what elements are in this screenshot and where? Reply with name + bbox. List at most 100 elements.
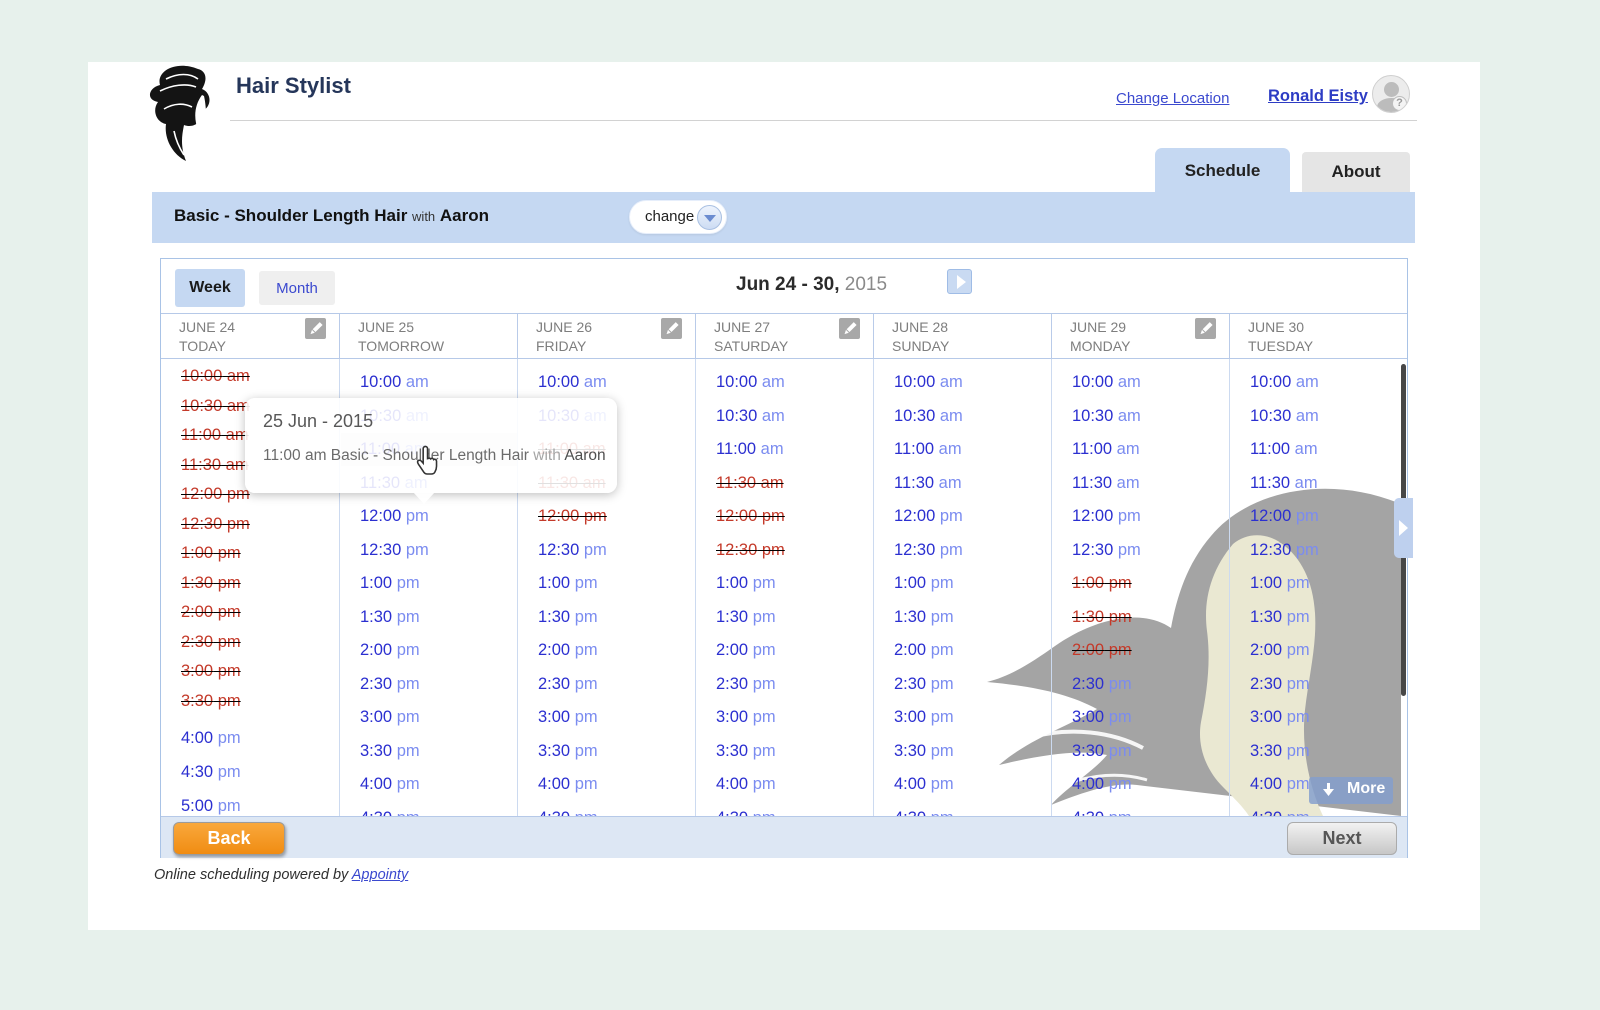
slot-suffix: pm xyxy=(1104,775,1132,793)
time-slot-1100am[interactable]: 11:00 am xyxy=(894,440,962,459)
time-slot-1200pm[interactable]: 12:00 pm xyxy=(894,507,963,526)
edit-pencil-icon[interactable] xyxy=(661,318,682,339)
time-slot-430pm[interactable]: 4:30 pm xyxy=(360,809,420,817)
time-slot-1000am[interactable]: 10:00 am xyxy=(538,373,607,392)
change-service-button[interactable]: change xyxy=(629,200,727,234)
time-slot-1000am[interactable]: 10:00 am xyxy=(1250,373,1319,392)
time-slot-1000am[interactable]: 10:00 am xyxy=(360,373,429,392)
time-slot-1000am[interactable]: 10:00 am xyxy=(894,373,963,392)
time-slot-230pm[interactable]: 2:30 pm xyxy=(894,675,954,694)
tooltip-time: 11:00 am xyxy=(263,447,326,464)
time-slot-330pm[interactable]: 3:30 pm xyxy=(538,742,598,761)
time-slot-430pm[interactable]: 4:30 pm xyxy=(1072,809,1132,817)
time-slot-100pm[interactable]: 1:00 pm xyxy=(538,574,598,593)
time-slot-430pm[interactable]: 4:30 pm xyxy=(181,763,241,782)
time-slot-1230pm[interactable]: 12:30 pm xyxy=(894,541,963,560)
time-slot-1200pm[interactable]: 12:00 pm xyxy=(1250,507,1319,526)
time-slot-1030am[interactable]: 10:30 am xyxy=(716,407,785,426)
tab-about[interactable]: About xyxy=(1302,152,1410,192)
next-button[interactable]: Next xyxy=(1287,822,1397,855)
time-slot-300pm[interactable]: 3:00 pm xyxy=(538,708,598,727)
time-slot-400pm[interactable]: 4:00 pm xyxy=(360,775,420,794)
time-slot-300pm[interactable]: 3:00 pm xyxy=(894,708,954,727)
time-slot-1030am[interactable]: 10:30 am xyxy=(1072,407,1141,426)
time-slot-200pm[interactable]: 2:00 pm xyxy=(716,641,776,660)
time-slot-330pm[interactable]: 3:30 pm xyxy=(1072,742,1132,761)
time-slot-1130am[interactable]: 11:30 am xyxy=(1072,474,1140,493)
edit-pencil-icon[interactable] xyxy=(305,318,326,339)
time-slot-1100am[interactable]: 11:00 am xyxy=(1072,440,1140,459)
time-slot-1130am[interactable]: 11:30 am xyxy=(1250,474,1318,493)
time-slot-230pm[interactable]: 2:30 pm xyxy=(1072,675,1132,694)
time-slot-400pm[interactable]: 4:00 pm xyxy=(894,775,954,794)
time-slot-100pm[interactable]: 1:00 pm xyxy=(1250,574,1310,593)
time-slot-1230pm[interactable]: 12:30 pm xyxy=(1072,541,1141,560)
time-slot-130pm[interactable]: 1:30 pm xyxy=(1250,608,1310,627)
time-slot-1030am[interactable]: 10:30 am xyxy=(1250,407,1319,426)
time-slot-130pm[interactable]: 1:30 pm xyxy=(894,608,954,627)
next-week-arrow-button[interactable] xyxy=(947,269,972,294)
time-slot-200pm[interactable]: 2:00 pm xyxy=(360,641,420,660)
time-slot-230pm[interactable]: 2:30 pm xyxy=(538,675,598,694)
user-avatar[interactable]: ? xyxy=(1372,75,1410,113)
time-slot-330pm[interactable]: 3:30 pm xyxy=(360,742,420,761)
time-slot-1100am[interactable]: 11:00 am xyxy=(716,440,784,459)
time-slot-230pm[interactable]: 2:30 pm xyxy=(1250,675,1310,694)
time-slot-500pm[interactable]: 5:00 pm xyxy=(181,797,241,816)
time-slot-400pm[interactable]: 4:00 pm xyxy=(1072,775,1132,794)
time-slot-430pm[interactable]: 4:30 pm xyxy=(1250,809,1310,817)
tab-schedule[interactable]: Schedule xyxy=(1155,148,1290,192)
time-slot-300pm[interactable]: 3:00 pm xyxy=(1250,708,1310,727)
time-slot-430pm[interactable]: 4:30 pm xyxy=(716,809,776,817)
time-slot-1130am[interactable]: 11:30 am xyxy=(894,474,962,493)
time-slot-330pm[interactable]: 3:30 pm xyxy=(1250,742,1310,761)
date-range: Jun 24 - 30, 2015 xyxy=(736,274,887,296)
edit-pencil-icon[interactable] xyxy=(839,318,860,339)
time-slot-1230pm[interactable]: 12:30 pm xyxy=(1250,541,1319,560)
time-slot-330pm[interactable]: 3:30 pm xyxy=(716,742,776,761)
time-slot-130pm[interactable]: 1:30 pm xyxy=(538,608,598,627)
time-slot-230pm[interactable]: 2:30 pm xyxy=(360,675,420,694)
change-location-link[interactable]: Change Location xyxy=(1116,90,1229,107)
user-name-link[interactable]: Ronald Eisty xyxy=(1268,87,1368,106)
time-slot-300pm[interactable]: 3:00 pm xyxy=(716,708,776,727)
time-slot-1200pm[interactable]: 12:00 pm xyxy=(1072,507,1141,526)
time-slot-200pm[interactable]: 2:00 pm xyxy=(538,641,598,660)
edit-pencil-icon[interactable] xyxy=(1195,318,1216,339)
slot-time: 11:00 xyxy=(1072,440,1112,458)
time-slot-100pm[interactable]: 1:00 pm xyxy=(360,574,420,593)
time-slot-330pm[interactable]: 3:30 pm xyxy=(894,742,954,761)
time-slot-1000am[interactable]: 10:00 am xyxy=(716,373,785,392)
time-slot-100pm[interactable]: 1:00 pm xyxy=(894,574,954,593)
time-slot-130pm[interactable]: 1:30 pm xyxy=(716,608,776,627)
time-slot-200pm[interactable]: 2:00 pm xyxy=(894,641,954,660)
month-view-button[interactable]: Month xyxy=(259,271,335,305)
day-label: SUNDAY xyxy=(892,337,1051,356)
time-slot-300pm[interactable]: 3:00 pm xyxy=(1072,708,1132,727)
time-slot-1200pm[interactable]: 12:00 pm xyxy=(360,507,429,526)
time-slot-1030am[interactable]: 10:30 am xyxy=(894,407,963,426)
time-slot-430pm[interactable]: 4:30 pm xyxy=(538,809,598,817)
slot-time: 12:30 xyxy=(894,541,935,559)
time-slot-300pm[interactable]: 3:00 pm xyxy=(360,708,420,727)
time-slot-130pm[interactable]: 1:30 pm xyxy=(360,608,420,627)
time-slot-1230pm[interactable]: 12:30 pm xyxy=(538,541,607,560)
time-slot-230pm[interactable]: 2:30 pm xyxy=(716,675,776,694)
time-slot-1000am[interactable]: 10:00 am xyxy=(1072,373,1141,392)
time-slot-400pm[interactable]: 4:00 pm xyxy=(181,729,241,748)
time-slot-400pm[interactable]: 4:00 pm xyxy=(1250,775,1310,794)
week-view-button[interactable]: Week xyxy=(175,269,245,307)
side-panel-handle[interactable] xyxy=(1394,498,1413,558)
time-slot-100pm[interactable]: 1:00 pm xyxy=(716,574,776,593)
appointy-link[interactable]: Appointy xyxy=(352,867,408,883)
time-slot-400pm[interactable]: 4:00 pm xyxy=(716,775,776,794)
day-label: TUESDAY xyxy=(1248,337,1407,356)
time-slot-1230pm[interactable]: 12:30 pm xyxy=(360,541,429,560)
time-slot-1100am[interactable]: 11:00 am xyxy=(1250,440,1318,459)
time-slot-430pm[interactable]: 4:30 pm xyxy=(894,809,954,817)
slot-time: 12:00 xyxy=(360,507,401,525)
slot-time: 2:30 xyxy=(360,675,392,693)
time-slot-200pm[interactable]: 2:00 pm xyxy=(1250,641,1310,660)
back-button[interactable]: Back xyxy=(173,822,285,855)
time-slot-400pm[interactable]: 4:00 pm xyxy=(538,775,598,794)
